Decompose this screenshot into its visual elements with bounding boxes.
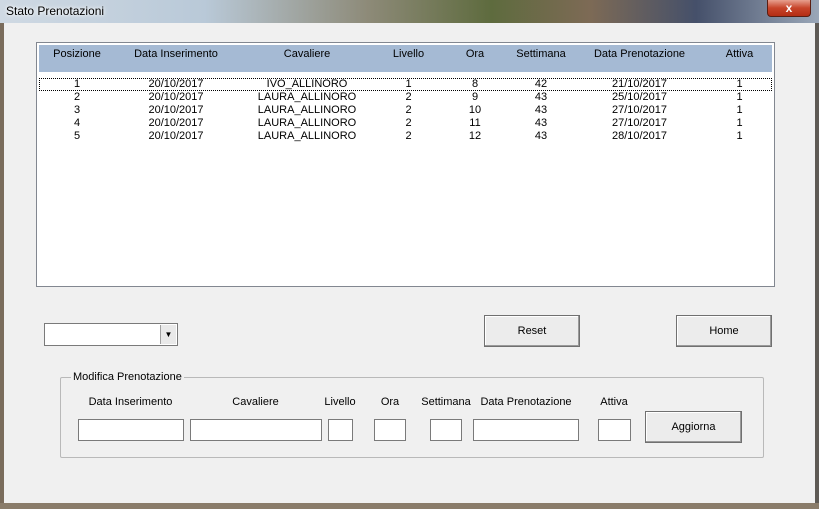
cell-data-prenotazione: 25/10/2017 [611, 91, 668, 103]
title-bar: Stato Prenotazioni x [0, 0, 819, 23]
col-header-settimana: Settimana [516, 48, 566, 60]
cell-livello: 2 [405, 104, 412, 116]
close-button[interactable]: x [767, 0, 811, 17]
cell-data-prenotazione: 27/10/2017 [611, 104, 668, 116]
table-row[interactable]: 3 20/10/2017 LAURA_ALLINORO 2 10 43 27/1… [39, 104, 772, 117]
label-data-prenotazione: Data Prenotazione [480, 396, 572, 408]
cell-attiva: 1 [736, 104, 743, 116]
cell-attiva: 1 [736, 117, 743, 129]
table-row[interactable]: 1 20/10/2017 IVO_ALLINORO 1 8 42 21/10/2… [39, 78, 772, 91]
col-header-livello: Livello [392, 48, 425, 60]
cell-data-inserimento: 20/10/2017 [148, 104, 204, 116]
cell-ora: 12 [468, 130, 482, 142]
col-header-data-inserimento: Data Inserimento [134, 48, 218, 60]
ora-field[interactable] [374, 419, 406, 441]
cell-posizione: 2 [73, 91, 81, 103]
cell-data-inserimento: 20/10/2017 [148, 117, 204, 129]
cell-livello: 2 [405, 117, 412, 129]
update-button[interactable]: Aggiorna [645, 411, 742, 443]
cell-attiva: 1 [736, 78, 743, 90]
label-data-inserimento: Data Inserimento [88, 396, 173, 408]
cell-cavaliere: LAURA_ALLINORO [257, 117, 357, 129]
cell-ora: 9 [471, 91, 479, 103]
livello-field[interactable] [328, 419, 353, 441]
label-settimana: Settimana [421, 396, 471, 408]
attiva-field[interactable] [598, 419, 631, 441]
cell-ora: 11 [469, 117, 481, 129]
cell-cavaliere: LAURA_ALLINORO [257, 130, 357, 142]
window-border-right [815, 23, 819, 509]
data-inserimento-field[interactable] [78, 419, 184, 441]
edit-booking-group-title: Modifica Prenotazione [71, 371, 184, 383]
cell-posizione: 3 [73, 104, 81, 116]
cell-livello: 2 [405, 130, 412, 142]
cell-settimana: 43 [534, 117, 548, 129]
cell-cavaliere: LAURA_ALLINORO [257, 104, 357, 116]
label-attiva: Attiva [600, 396, 628, 408]
col-header-data-prenotazione: Data Prenotazione [593, 48, 686, 60]
window-border-bottom [0, 503, 819, 509]
cell-posizione: 4 [73, 117, 81, 129]
label-ora: Ora [380, 396, 400, 408]
cell-data-inserimento: 20/10/2017 [148, 130, 204, 142]
cell-attiva: 1 [736, 91, 743, 103]
list-header: Posizione Data Inserimento Cavaliere Liv… [39, 45, 772, 72]
cell-ora: 8 [471, 78, 479, 90]
cell-livello: 1 [405, 78, 412, 90]
cell-cavaliere: LAURA_ALLINORO [257, 91, 357, 103]
cell-data-prenotazione: 27/10/2017 [611, 117, 668, 129]
dropdown-arrow-icon[interactable]: ▼ [160, 325, 176, 344]
col-header-cavaliere: Cavaliere [283, 48, 331, 60]
cell-posizione: 5 [73, 130, 81, 142]
cell-attiva: 1 [736, 130, 743, 142]
cell-settimana: 43 [534, 104, 548, 116]
data-prenotazione-field[interactable] [473, 419, 579, 441]
label-cavaliere: Cavaliere [232, 396, 279, 408]
filter-combo[interactable]: ▼ [44, 323, 178, 346]
col-header-attiva: Attiva [725, 48, 754, 60]
cell-cavaliere: IVO_ALLINORO [266, 78, 348, 90]
cell-livello: 2 [405, 91, 412, 103]
label-livello: Livello [324, 396, 356, 408]
cell-settimana: 43 [534, 91, 548, 103]
settimana-field[interactable] [430, 419, 462, 441]
cavaliere-field[interactable] [190, 419, 322, 441]
cell-settimana: 42 [534, 78, 548, 90]
bookings-list[interactable]: Posizione Data Inserimento Cavaliere Liv… [36, 42, 775, 287]
close-icon: x [785, 1, 793, 15]
cell-data-prenotazione: 21/10/2017 [611, 78, 668, 90]
table-row[interactable]: 5 20/10/2017 LAURA_ALLINORO 2 12 43 28/1… [39, 130, 772, 143]
col-header-posizione: Posizione [53, 48, 101, 60]
window-title: Stato Prenotazioni [6, 4, 105, 18]
cell-data-inserimento: 20/10/2017 [148, 91, 204, 103]
cell-settimana: 43 [534, 130, 548, 142]
cell-data-prenotazione: 28/10/2017 [611, 130, 668, 142]
col-header-ora: Ora [465, 48, 485, 60]
cell-posizione: 1 [73, 78, 81, 90]
cell-ora: 10 [468, 104, 482, 116]
table-row[interactable]: 4 20/10/2017 LAURA_ALLINORO 2 11 43 27/1… [39, 117, 772, 130]
cell-data-inserimento: 20/10/2017 [148, 78, 204, 90]
reset-button[interactable]: Reset [484, 315, 580, 347]
home-button[interactable]: Home [676, 315, 772, 347]
table-row[interactable]: 2 20/10/2017 LAURA_ALLINORO 2 9 43 25/10… [39, 91, 772, 104]
